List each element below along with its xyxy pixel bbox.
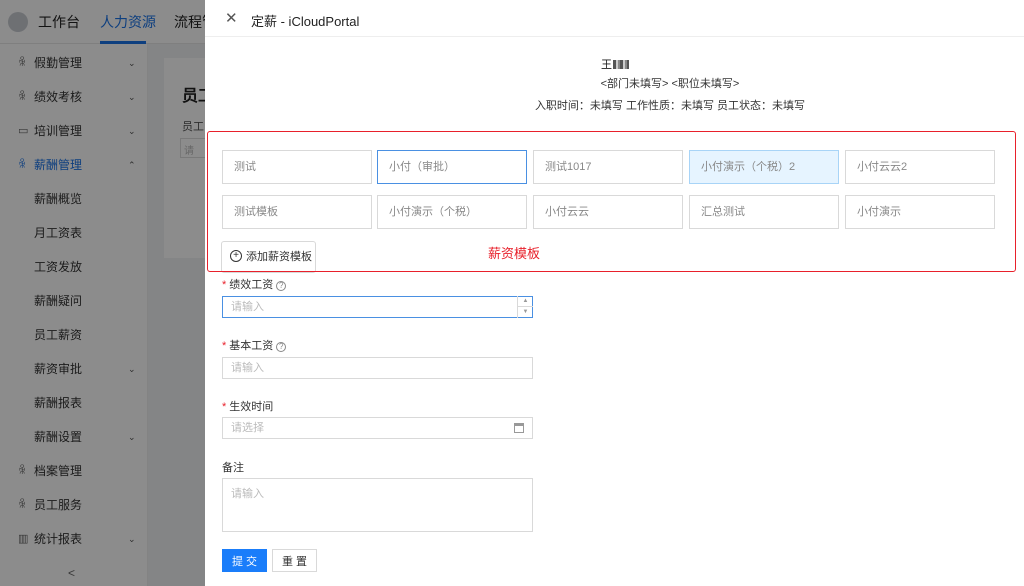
field-label-text: 基本工资	[229, 340, 274, 352]
question-icon[interactable]: ?	[276, 342, 287, 352]
remark-label: 备注	[222, 462, 244, 474]
effective-date-label: * 生效时间	[222, 398, 273, 414]
reset-button[interactable]: 重 置	[272, 549, 317, 572]
question-icon[interactable]: ?	[276, 281, 287, 291]
drawer-header: ✕ 定薪 - iCloudPortal	[205, 0, 1024, 37]
performance-salary-input[interactable]	[222, 296, 533, 318]
required-mark: *	[222, 340, 227, 352]
drawer-title: 定薪 - iCloudPortal	[251, 14, 360, 29]
stepper-up-icon[interactable]: ▲	[518, 296, 533, 307]
salary-drawer: ✕ 定薪 - iCloudPortal 王 <部门未填写> <职位未填写> 入职…	[205, 0, 1024, 586]
stepper-down-icon[interactable]: ▼	[518, 307, 533, 318]
required-mark: *	[222, 401, 227, 413]
redacted-name-mosaic	[613, 60, 629, 69]
effective-date-picker[interactable]	[222, 417, 533, 439]
base-salary-label: * 基本工资?	[222, 337, 287, 353]
employee-name: 王	[601, 56, 629, 72]
employee-meta: 入职时间：未填写 工作性质：未填写 员工状态：未填写	[534, 100, 806, 112]
base-salary-input[interactable]	[222, 357, 533, 379]
close-icon[interactable]: ✕	[225, 9, 238, 27]
required-mark: *	[222, 279, 227, 291]
template-annotation-box	[207, 131, 1016, 272]
employee-dept-position: <部门未填写> <职位未填写>	[600, 78, 740, 90]
field-label-text: 绩效工资	[229, 279, 274, 291]
calendar-icon[interactable]	[514, 423, 524, 433]
number-stepper[interactable]: ▲ ▼	[517, 296, 533, 318]
template-annotation-label: 薪资模板	[488, 246, 541, 261]
field-label-text: 生效时间	[229, 401, 274, 413]
employee-name-text: 王	[601, 59, 612, 71]
remark-textarea[interactable]	[222, 478, 533, 532]
performance-salary-label: * 绩效工资?	[222, 276, 287, 292]
submit-button[interactable]: 提 交	[222, 549, 267, 572]
